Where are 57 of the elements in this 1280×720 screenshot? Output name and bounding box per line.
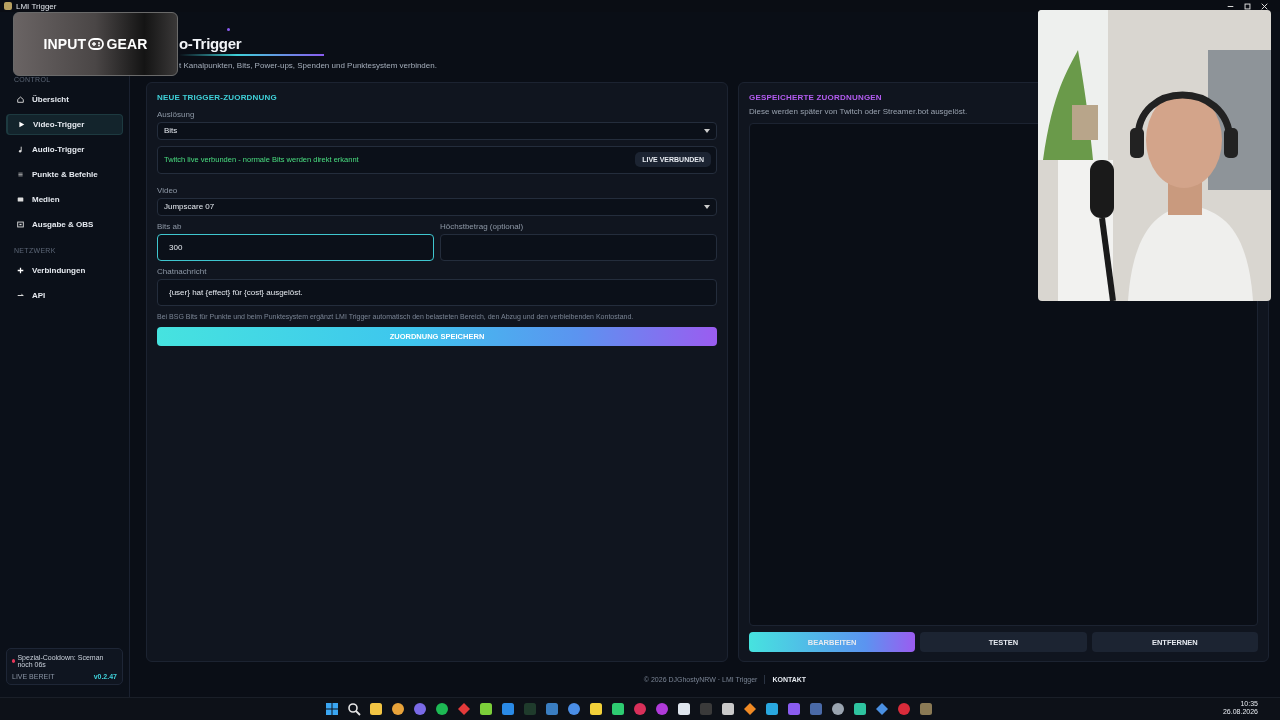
dropdown[interactable]: Bits bbox=[157, 121, 717, 140]
start-icon[interactable] bbox=[324, 701, 340, 717]
music-note-icon bbox=[17, 146, 24, 153]
caret-icon bbox=[704, 204, 710, 209]
list-icon bbox=[17, 171, 24, 178]
home-icon bbox=[17, 96, 24, 103]
app-icon[interactable] bbox=[764, 701, 780, 717]
app-icon[interactable] bbox=[588, 701, 604, 717]
output-icon bbox=[17, 221, 24, 228]
app-icon[interactable] bbox=[610, 701, 626, 717]
panel-heading: GESPEICHERTE ZUORDNUNGEN bbox=[749, 92, 883, 102]
app-icon[interactable] bbox=[390, 701, 406, 717]
maximize-icon[interactable] bbox=[1244, 2, 1251, 10]
dropdown[interactable]: Jumpscare 07 bbox=[157, 197, 717, 216]
sidebar-item[interactable]: Audio-Trigger bbox=[6, 139, 123, 160]
sidebar-item[interactable]: Medien bbox=[6, 189, 123, 210]
sidebar-item[interactable]: Ausgabe & OBS bbox=[6, 214, 123, 235]
page-title: o-Trigger bbox=[179, 35, 243, 52]
api-icon bbox=[17, 292, 24, 299]
field-label: Auslösung bbox=[157, 109, 196, 119]
field-label: Video bbox=[157, 185, 179, 195]
app-icon[interactable] bbox=[676, 701, 692, 717]
page-subtitle: t Kanalpunkten, Bits, Power-ups, Spenden und Punktesystem verbinden. bbox=[179, 61, 438, 70]
caret-icon bbox=[704, 128, 710, 133]
sidebar-item[interactable]: Punkte & Befehle bbox=[6, 164, 123, 185]
media-icon bbox=[17, 196, 24, 203]
sidebar-item[interactable]: Video-Trigger bbox=[6, 114, 123, 135]
sidebar-item[interactable]: Übersicht bbox=[6, 89, 123, 110]
field-label: Bits ab bbox=[157, 221, 183, 231]
app-icon[interactable] bbox=[368, 701, 384, 717]
field-label: Chatnachricht bbox=[157, 266, 208, 276]
window-title: LMI Trigger bbox=[16, 1, 57, 11]
panel-heading: NEUE TRIGGER-ZUORDNUNG bbox=[157, 92, 278, 102]
app-logo-icon bbox=[4, 2, 12, 10]
app-icon[interactable] bbox=[874, 701, 890, 717]
accent-dot bbox=[227, 28, 230, 31]
panel-subtitle: Diese werden später von Twitch oder Streamer.bot ausgelöst. bbox=[749, 106, 969, 116]
app-icon[interactable] bbox=[478, 701, 494, 717]
play-icon bbox=[18, 121, 25, 128]
close-icon[interactable] bbox=[1261, 2, 1268, 10]
gamepad-icon bbox=[88, 37, 105, 51]
logo-text: GEAR bbox=[106, 36, 148, 52]
sidebar-item[interactable]: API bbox=[6, 285, 123, 306]
app-icon[interactable] bbox=[830, 701, 846, 717]
input-field[interactable]: {user} hat {effect} für {cost} ausgelöst. bbox=[157, 278, 717, 306]
plus-icon bbox=[17, 267, 24, 274]
field-label: Höchstbetrag (optional) bbox=[440, 221, 525, 231]
app-icon[interactable] bbox=[434, 701, 450, 717]
input-field[interactable]: 300 bbox=[157, 233, 434, 261]
search-icon[interactable] bbox=[346, 701, 362, 717]
app-icon[interactable] bbox=[852, 701, 868, 717]
input-field[interactable] bbox=[440, 233, 717, 261]
app-icon[interactable] bbox=[720, 701, 736, 717]
app-icon[interactable] bbox=[566, 701, 582, 717]
sidebar-item[interactable]: Verbindungen bbox=[6, 260, 123, 281]
app-icon[interactable] bbox=[742, 701, 758, 717]
logo-text: INPUT bbox=[43, 36, 87, 52]
